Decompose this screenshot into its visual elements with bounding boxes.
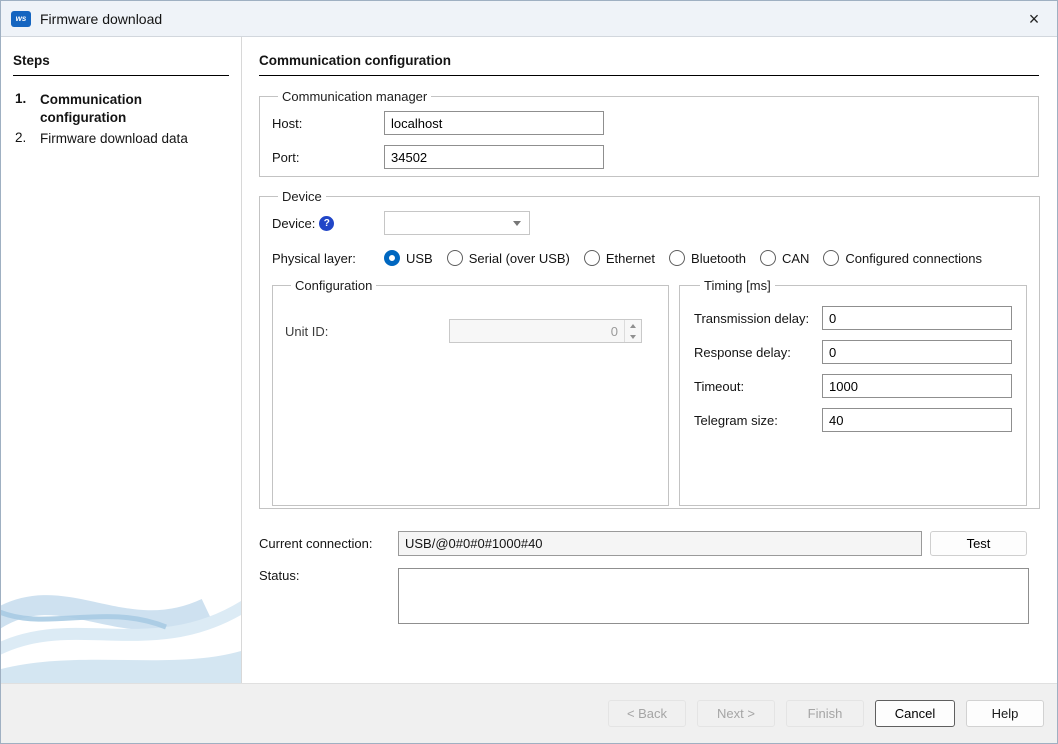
response-delay-row: Response delay: [694,340,1012,364]
host-row: Host: [272,111,1026,135]
communication-manager-legend: Communication manager [278,89,431,104]
app-icon-text: ws [16,14,27,23]
timing-legend: Timing [ms] [700,278,775,293]
close-button[interactable]: × [1011,1,1057,36]
transmission-delay-row: Transmission delay: [694,306,1012,330]
host-label: Host: [272,116,384,131]
device-row: Device: ? [272,211,1027,235]
radio-ethernet[interactable]: Ethernet [584,250,655,266]
port-row: Port: [272,145,1026,169]
configuration-legend: Configuration [291,278,376,293]
telegram-size-label: Telegram size: [694,413,822,428]
firmware-download-window: ws Firmware download × Steps 1. Communic… [0,0,1058,744]
status-textarea[interactable] [398,568,1029,624]
steps-list: 1. Communication configuration 2. Firmwa… [13,91,229,149]
communication-manager-group: Communication manager Host: Port: [259,89,1039,177]
stepper-up-button[interactable] [625,320,641,331]
radio-label: CAN [782,251,809,266]
host-input[interactable] [384,111,604,135]
help-button[interactable]: Help [966,700,1044,727]
physical-layer-label: Physical layer: [272,251,384,266]
timeout-label: Timeout: [694,379,822,394]
page-title-divider [259,75,1039,76]
window-title: Firmware download [40,11,162,27]
timeout-row: Timeout: [694,374,1012,398]
steps-sidebar: Steps 1. Communication configuration 2. … [1,37,242,683]
device-label-wrap: Device: ? [272,216,384,231]
step-number: 1. [13,91,40,127]
radio-label: Serial (over USB) [469,251,570,266]
status-label: Status: [259,568,398,583]
config-timing-row: Configuration Unit ID: 0 [272,278,1027,506]
response-delay-input[interactable] [822,340,1012,364]
transmission-delay-input[interactable] [822,306,1012,330]
unit-id-stepper: 0 [449,319,642,343]
current-connection-field [398,531,922,556]
next-button: Next > [697,700,775,727]
radio-selected-icon [384,250,400,266]
radio-usb[interactable]: USB [384,250,433,266]
step-label: Firmware download data [40,130,195,148]
radio-label: Configured connections [845,251,982,266]
app-icon: ws [11,11,31,27]
radio-can[interactable]: CAN [760,250,809,266]
radio-configured-connections[interactable]: Configured connections [823,250,982,266]
response-delay-label: Response delay: [694,345,822,360]
current-connection-row: Current connection: Test [259,531,1039,556]
radio-unselected-icon [760,250,776,266]
radio-bluetooth[interactable]: Bluetooth [669,250,746,266]
radio-serial-over-usb[interactable]: Serial (over USB) [447,250,570,266]
test-button[interactable]: Test [930,531,1027,556]
back-button: < Back [608,700,686,727]
status-row: Status: [259,568,1039,624]
configuration-group: Configuration Unit ID: 0 [272,278,669,506]
unit-id-label: Unit ID: [285,324,449,339]
radio-unselected-icon [669,250,685,266]
timing-group: Timing [ms] Transmission delay: Response… [679,278,1027,506]
unit-id-row: Unit ID: 0 [285,319,656,343]
radio-label: USB [406,251,433,266]
transmission-delay-label: Transmission delay: [694,311,822,326]
stepper-down-button[interactable] [625,331,641,342]
main-content: Communication configuration Communicatio… [242,37,1057,683]
unit-id-value: 0 [450,320,624,342]
radio-label: Bluetooth [691,251,746,266]
step-label: Communication configuration [40,91,195,127]
physical-layer-row: Physical layer: USB Serial (over USB) [272,250,1027,266]
close-icon: × [1029,9,1040,29]
port-input[interactable] [384,145,604,169]
steps-heading: Steps [13,53,229,68]
step-number: 2. [13,130,40,148]
radio-unselected-icon [447,250,463,266]
telegram-size-row: Telegram size: [694,408,1012,432]
arrow-up-icon [630,324,636,328]
device-label: Device: [272,216,315,231]
current-connection-label: Current connection: [259,536,398,551]
decorative-swirl-graphic [1,553,241,683]
help-icon[interactable]: ? [319,216,334,231]
timeout-input[interactable] [822,374,1012,398]
dialog-body: Steps 1. Communication configuration 2. … [1,37,1057,683]
port-label: Port: [272,150,384,165]
page-title: Communication configuration [259,53,1039,68]
finish-button: Finish [786,700,864,727]
radio-label: Ethernet [606,251,655,266]
device-select[interactable] [384,211,530,235]
step-item-firmware-download-data[interactable]: 2. Firmware download data [13,130,229,148]
telegram-size-input [822,408,1012,432]
step-item-communication-configuration[interactable]: 1. Communication configuration [13,91,229,127]
help-icon-glyph: ? [324,218,330,229]
chevron-down-icon [513,221,521,226]
steps-divider [13,75,229,76]
device-group: Device Device: ? Physical layer: [259,189,1040,509]
radio-unselected-icon [584,250,600,266]
cancel-button[interactable]: Cancel [875,700,955,727]
arrow-down-icon [630,335,636,339]
physical-layer-radio-group: USB Serial (over USB) Ethernet Blue [384,250,982,266]
device-legend: Device [278,189,326,204]
footer-button-bar: < Back Next > Finish Cancel Help [1,683,1057,743]
radio-unselected-icon [823,250,839,266]
titlebar: ws Firmware download × [1,1,1057,37]
stepper-buttons [624,320,641,342]
